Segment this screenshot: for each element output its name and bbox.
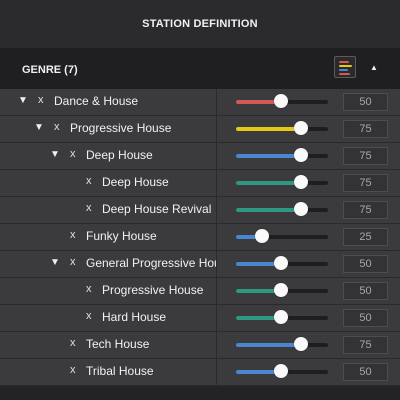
- genre-row: x Funky House 25: [0, 224, 400, 251]
- genre-label: Deep House: [86, 148, 153, 162]
- weight-slider[interactable]: [236, 208, 328, 212]
- weight-slider[interactable]: [236, 127, 328, 131]
- expand-toggle-icon[interactable]: ▼: [34, 122, 44, 133]
- genre-label: Progressive House: [102, 283, 204, 297]
- genre-row: x Tribal House 50: [0, 359, 400, 386]
- genre-name-cell: x Funky House: [0, 224, 216, 250]
- column-divider: [216, 224, 217, 250]
- weight-slider-thumb[interactable]: [294, 202, 308, 216]
- remove-genre-icon[interactable]: x: [86, 202, 92, 214]
- genre-label: Tribal House: [86, 364, 154, 378]
- remove-genre-icon[interactable]: x: [70, 148, 76, 160]
- weight-value-field[interactable]: 75: [343, 201, 388, 219]
- genre-label: Progressive House: [70, 121, 172, 135]
- genre-name-cell: x Deep House: [0, 170, 216, 196]
- column-divider: [216, 116, 217, 142]
- weight-slider-thumb[interactable]: [294, 337, 308, 351]
- remove-genre-icon[interactable]: x: [70, 256, 76, 268]
- column-divider: [216, 89, 217, 115]
- weight-value-field[interactable]: 50: [343, 255, 388, 273]
- remove-genre-icon[interactable]: x: [86, 283, 92, 295]
- weight-slider-fill: [236, 208, 301, 212]
- panel-footer: [0, 386, 400, 400]
- column-divider: [216, 170, 217, 196]
- genre-name-cell: ▼ x Dance & House: [0, 89, 216, 115]
- remove-genre-icon[interactable]: x: [70, 337, 76, 349]
- weight-slider-thumb[interactable]: [274, 310, 288, 324]
- weight-slider-thumb[interactable]: [274, 256, 288, 270]
- remove-genre-icon[interactable]: x: [86, 310, 92, 322]
- weight-value-field[interactable]: 75: [343, 147, 388, 165]
- color-bars-icon[interactable]: [334, 56, 356, 78]
- genre-row: ▼ x Progressive House 75: [0, 116, 400, 143]
- genre-header-label: GENRE (7): [22, 64, 78, 76]
- genre-list: ▼ x Dance & House 50 ▼ x Progressive House 75 ▼ x…: [0, 89, 400, 386]
- weight-value-field[interactable]: 50: [343, 93, 388, 111]
- genre-label: Tech House: [86, 337, 150, 351]
- weight-value-field[interactable]: 75: [343, 336, 388, 354]
- expand-toggle-icon[interactable]: ▼: [50, 149, 60, 160]
- weight-value-field[interactable]: 75: [343, 174, 388, 192]
- weight-slider-thumb[interactable]: [294, 121, 308, 135]
- weight-slider-thumb[interactable]: [255, 229, 269, 243]
- weight-value-field[interactable]: 50: [343, 282, 388, 300]
- genre-label: General Progressive House: [86, 256, 216, 270]
- genre-label: Hard House: [102, 310, 167, 324]
- weight-slider-fill: [236, 127, 301, 131]
- weight-value-field[interactable]: 50: [343, 309, 388, 327]
- genre-name-cell: x Progressive House: [0, 278, 216, 304]
- weight-slider-fill: [236, 154, 301, 158]
- weight-slider-thumb[interactable]: [274, 364, 288, 378]
- remove-genre-icon[interactable]: x: [70, 229, 76, 241]
- weight-slider-thumb[interactable]: [294, 175, 308, 189]
- weight-slider-thumb[interactable]: [294, 148, 308, 162]
- genre-label: Funky House: [86, 229, 157, 243]
- genre-row: x Tech House 75: [0, 332, 400, 359]
- genre-row: x Deep House Revival 75: [0, 197, 400, 224]
- weight-slider[interactable]: [236, 181, 328, 185]
- weight-value-field[interactable]: 50: [343, 363, 388, 381]
- genre-name-cell: x Tribal House: [0, 359, 216, 385]
- genre-name-cell: x Tech House: [0, 332, 216, 358]
- window-title-bar: STATION DEFINITION: [0, 0, 400, 48]
- chevron-up-icon[interactable]: ▲: [368, 62, 380, 74]
- remove-genre-icon[interactable]: x: [54, 121, 60, 133]
- weight-slider-thumb[interactable]: [274, 94, 288, 108]
- genre-row: x Hard House 50: [0, 305, 400, 332]
- weight-slider[interactable]: [236, 235, 328, 239]
- weight-slider-fill: [236, 181, 301, 185]
- weight-slider[interactable]: [236, 154, 328, 158]
- expand-toggle-icon[interactable]: ▼: [18, 95, 28, 106]
- expand-toggle-icon[interactable]: ▼: [50, 257, 60, 268]
- genre-label: Deep House Revival: [102, 202, 212, 216]
- column-divider: [216, 332, 217, 358]
- column-divider: [216, 305, 217, 331]
- genre-row: ▼ x General Progressive House 50: [0, 251, 400, 278]
- remove-genre-icon[interactable]: x: [38, 94, 44, 106]
- genre-name-cell: x Deep House Revival: [0, 197, 216, 223]
- column-divider: [216, 251, 217, 277]
- remove-genre-icon[interactable]: x: [86, 175, 92, 187]
- window-title: STATION DEFINITION: [142, 18, 258, 30]
- weight-value-field[interactable]: 75: [343, 120, 388, 138]
- column-divider: [216, 359, 217, 385]
- genre-row: x Deep House 75: [0, 170, 400, 197]
- genre-label: Dance & House: [54, 94, 139, 108]
- genre-row: ▼ x Dance & House 50: [0, 89, 400, 116]
- column-divider: [216, 143, 217, 169]
- column-divider: [216, 278, 217, 304]
- weight-slider-thumb[interactable]: [274, 283, 288, 297]
- weight-slider-fill: [236, 343, 301, 347]
- genre-label: Deep House: [102, 175, 169, 189]
- genre-name-cell: ▼ x General Progressive House: [0, 251, 216, 277]
- remove-genre-icon[interactable]: x: [70, 364, 76, 376]
- column-divider: [216, 197, 217, 223]
- genre-row: ▼ x Deep House 75: [0, 143, 400, 170]
- weight-value-field[interactable]: 25: [343, 228, 388, 246]
- genre-name-cell: x Hard House: [0, 305, 216, 331]
- genre-name-cell: ▼ x Deep House: [0, 143, 216, 169]
- genre-row: x Progressive House 50: [0, 278, 400, 305]
- genre-name-cell: ▼ x Progressive House: [0, 116, 216, 142]
- weight-slider[interactable]: [236, 343, 328, 347]
